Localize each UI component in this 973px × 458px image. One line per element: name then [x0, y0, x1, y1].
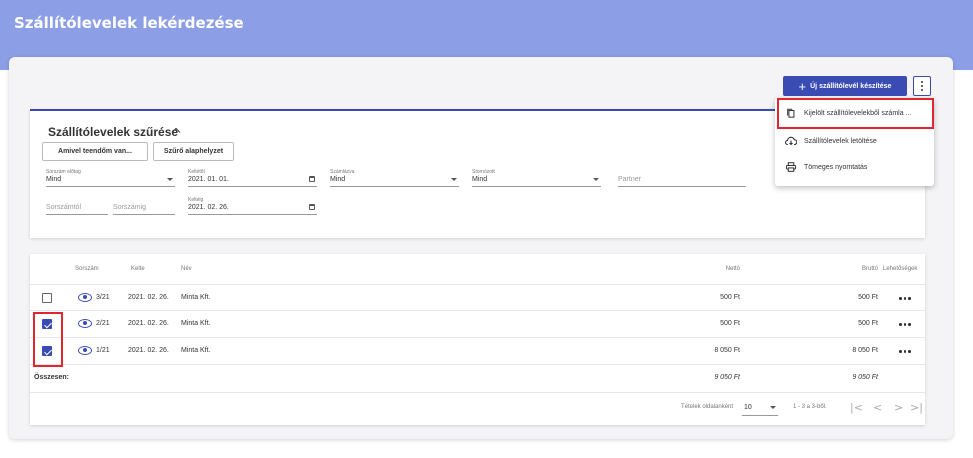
row-gross: 8 050 Ft: [852, 347, 878, 354]
todo-filter-label: Amivel teendőm van...: [58, 148, 132, 155]
reset-filter-button[interactable]: Szűrő alaphelyzet: [153, 142, 234, 161]
table-row[interactable]: 3/21 2021. 02. 26. Minta Kft. 500 Ft 500…: [30, 284, 925, 311]
table-row[interactable]: 1/21 2021. 02. 26. Minta Kft. 8 050 Ft 8…: [30, 338, 925, 365]
per-page-label: Tételek oldalanként: [681, 404, 734, 410]
more-vert-icon: [921, 81, 923, 91]
date-to-value: 2021. 02. 26.: [188, 204, 229, 211]
prefix-select[interactable]: Sorszám előtag Mind: [46, 169, 175, 187]
eye-icon[interactable]: [78, 319, 92, 328]
menu-item-bulk-print[interactable]: Tömeges nyomtatás: [775, 155, 934, 179]
page-title: Szállítólevelek lekérdezése: [14, 14, 244, 32]
row-net: 8 050 Ft: [714, 347, 740, 354]
filter-title: Szállítólevelek szűrése: [48, 125, 179, 139]
calendar-icon[interactable]: [309, 176, 315, 182]
partner-placeholder: Partner: [618, 176, 641, 183]
first-page-button[interactable]: |<: [850, 401, 863, 414]
total-label: Összesen:: [34, 374, 70, 381]
header-options: Lehetőségek: [883, 266, 918, 272]
cancelled-label: Stornózott: [472, 169, 495, 175]
header-net[interactable]: Nettó: [720, 266, 740, 272]
invoiced-label: Számlázva: [330, 169, 355, 175]
row-name: Minta Kft.: [181, 294, 211, 301]
cancelled-select[interactable]: Stornózott Mind: [472, 169, 601, 187]
invoiced-select[interactable]: Számlázva Mind: [330, 169, 459, 187]
total-net: 9 050 Ft: [714, 374, 740, 381]
date-from-label: Keltétől: [188, 169, 205, 175]
total-row: Összesen: 9 050 Ft 9 050 Ft: [30, 365, 925, 393]
last-page-button[interactable]: >|: [910, 401, 923, 414]
row-name: Minta Kft.: [181, 320, 211, 327]
row-date: 2021. 02. 26.: [128, 320, 169, 327]
eye-icon[interactable]: [78, 293, 92, 302]
todo-filter-button[interactable]: Amivel teendőm van...: [42, 142, 148, 161]
invoiced-value: Mind: [330, 176, 346, 183]
more-horiz-icon[interactable]: [899, 297, 911, 300]
row-date: 2021. 02. 26.: [128, 294, 169, 301]
plus-icon: +: [798, 78, 807, 94]
menu-item-label: Szállítólevelek letöltése: [804, 137, 877, 145]
chevron-down-icon: [451, 178, 457, 181]
row-name: Minta Kft.: [181, 347, 211, 354]
row-serial: 1/21: [96, 347, 110, 354]
header-date[interactable]: Kelte: [131, 266, 145, 272]
printer-icon: [785, 162, 797, 172]
prefix-label: Sorszám előtag: [46, 169, 81, 175]
header-name[interactable]: Név: [181, 266, 192, 272]
more-options-button[interactable]: [913, 76, 931, 96]
serial-from-input[interactable]: Sorszámtól: [46, 197, 108, 215]
menu-item-download[interactable]: Szállítólevelek letöltése: [775, 129, 934, 153]
date-from-field[interactable]: Keltétől 2021. 01. 01.: [188, 169, 317, 187]
reset-filter-label: Szűrő alaphelyzet: [163, 148, 224, 155]
table-row[interactable]: 2/21 2021. 02. 26. Minta Kft. 500 Ft 500…: [30, 311, 925, 338]
next-page-button[interactable]: >: [894, 401, 903, 414]
more-horiz-icon[interactable]: [899, 323, 911, 326]
highlight-box: [33, 312, 63, 367]
row-net: 500 Ft: [720, 294, 740, 301]
partner-input[interactable]: Partner: [618, 169, 746, 187]
cloud-download-icon: [785, 136, 797, 146]
row-gross: 500 Ft: [858, 294, 878, 301]
prev-page-button[interactable]: <: [873, 401, 882, 414]
chevron-down-icon: [167, 178, 173, 181]
date-to-field[interactable]: Keltéig 2021. 02. 26.: [188, 197, 317, 215]
chevron-down-icon: [770, 406, 776, 409]
row-checkbox[interactable]: [42, 293, 52, 303]
prefix-value: Mind: [46, 176, 62, 183]
new-delivery-note-button[interactable]: + Új szállítólevél készítése: [783, 76, 907, 96]
total-gross: 9 050 Ft: [852, 374, 878, 381]
date-to-label: Keltéig: [188, 197, 204, 203]
row-serial: 3/21: [96, 294, 110, 301]
row-serial: 2/21: [96, 320, 110, 327]
per-page-select[interactable]: 10: [744, 404, 752, 411]
row-net: 500 Ft: [720, 320, 740, 327]
page-range: 1 - 3 a 3-ből.: [793, 404, 827, 410]
row-gross: 500 Ft: [858, 320, 878, 327]
eye-icon[interactable]: [78, 346, 92, 355]
serial-from-placeholder: Sorszámtól: [46, 204, 82, 211]
header-serial[interactable]: Sorszám: [75, 266, 99, 272]
calendar-icon[interactable]: [309, 204, 315, 210]
row-date: 2021. 02. 26.: [128, 347, 169, 354]
more-horiz-icon[interactable]: [899, 350, 911, 353]
serial-to-input[interactable]: Sorszámig: [113, 197, 175, 215]
date-from-value: 2021. 01. 01.: [188, 176, 229, 183]
new-delivery-note-label: Új szállítólevél készítése: [810, 82, 892, 90]
menu-item-label: Tömeges nyomtatás: [804, 163, 868, 171]
chevron-down-icon: [593, 178, 599, 181]
highlight-box: [777, 98, 934, 129]
header-gross[interactable]: Bruttó: [840, 266, 878, 272]
cancelled-value: Mind: [472, 176, 488, 183]
delivery-notes-table: Sorszám Kelte Név Nettó Bruttó Lehetőség…: [30, 254, 925, 425]
serial-to-placeholder: Sorszámig: [113, 204, 147, 211]
